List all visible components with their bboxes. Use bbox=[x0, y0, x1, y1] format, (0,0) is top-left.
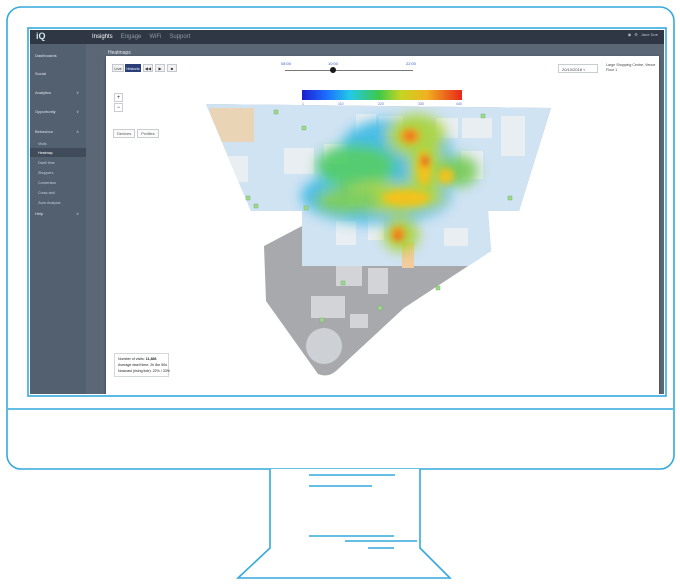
chevron-down-icon: ∨ bbox=[76, 90, 79, 95]
bell-icon[interactable]: ◉ bbox=[628, 33, 632, 37]
gear-icon[interactable]: ⚙ bbox=[634, 33, 638, 37]
scale-tick: 220 bbox=[378, 102, 384, 106]
timeline-end: 22:00 bbox=[406, 61, 417, 66]
sidebar-sub-zone-analysis[interactable]: Zone Analysis bbox=[38, 200, 80, 206]
venue-select[interactable]: Large Shopping Centre, Venue Floor 1 bbox=[606, 63, 656, 83]
sidebar-item-help[interactable]: Help ∨ bbox=[35, 210, 81, 217]
zoom-in-button[interactable]: + bbox=[114, 93, 123, 102]
sidebar: Dashboards Social Analytics ∨ Opportunity… bbox=[30, 44, 86, 394]
stats-box: Number of visits: 11,836 Average dwell t… bbox=[114, 353, 170, 377]
sidebar-item-dashboards[interactable]: Dashboards bbox=[35, 52, 81, 59]
sidebar-sub-shoppers[interactable]: Shoppers bbox=[38, 170, 80, 176]
app-logo: iQ bbox=[36, 31, 46, 41]
main-content: Heatmaps Live Historic ◀◀ ▶ ■ + − Device… bbox=[86, 44, 664, 394]
screen: iQ Insights Engage WiFi Support ◉ ⚙ Jane… bbox=[30, 30, 664, 394]
date-select[interactable]: 20/10/2018 ˅ bbox=[558, 64, 598, 73]
profiles-button[interactable]: Profiles bbox=[137, 129, 159, 138]
scale-tick: 440 bbox=[456, 102, 462, 106]
play-icon[interactable]: ▶ bbox=[155, 64, 165, 72]
historic-button[interactable]: Historic bbox=[125, 64, 141, 72]
scale-tick: 110 bbox=[338, 102, 344, 106]
venue-floor: Floor 1 bbox=[606, 68, 618, 72]
heat-scale-bar bbox=[302, 90, 462, 100]
chevron-up-icon: ∧ bbox=[76, 129, 79, 134]
timeline-track[interactable] bbox=[285, 70, 413, 71]
timeline-current: 10:00 bbox=[328, 61, 339, 66]
nav-engage[interactable]: Engage bbox=[121, 30, 142, 44]
chevron-down-icon: ∨ bbox=[76, 109, 79, 114]
live-button[interactable]: Live bbox=[112, 64, 124, 72]
chevron-down-icon: ∨ bbox=[76, 211, 79, 216]
mode-toggle: Devices Profiles bbox=[113, 129, 159, 138]
nav-wifi[interactable]: WiFi bbox=[149, 30, 161, 44]
scale-tick: 330 bbox=[418, 102, 424, 106]
timeline-start: 08:00 bbox=[281, 61, 292, 66]
stat-nowcast: Nowcast (rising tide): 22% / 33% bbox=[118, 369, 170, 373]
top-bar: iQ Insights Engage WiFi Support ◉ ⚙ Jane… bbox=[30, 30, 664, 44]
stop-icon[interactable]: ■ bbox=[167, 64, 177, 72]
sidebar-sub-visits[interactable]: Visits bbox=[38, 141, 80, 147]
sidebar-item-social[interactable]: Social bbox=[35, 70, 81, 77]
sidebar-sub-conversion[interactable]: Conversion bbox=[38, 180, 80, 186]
sidebar-sub-dwell-time[interactable]: Dwell time bbox=[38, 160, 80, 166]
rewind-icon[interactable]: ◀◀ bbox=[143, 64, 153, 72]
nav-insights[interactable]: Insights bbox=[92, 30, 113, 44]
main-nav: Insights Engage WiFi Support bbox=[92, 30, 190, 44]
user-name[interactable]: Jane Doe bbox=[641, 33, 658, 37]
chevron-down-icon: ˅ bbox=[583, 67, 586, 72]
timeline-handle[interactable] bbox=[330, 67, 336, 73]
devices-button[interactable]: Devices bbox=[113, 129, 136, 138]
nav-support[interactable]: Support bbox=[169, 30, 190, 44]
sidebar-item-analytics[interactable]: Analytics ∨ bbox=[35, 89, 81, 96]
sidebar-item-opportunity[interactable]: Opportunity ∨ bbox=[35, 108, 81, 115]
top-right-tools: ◉ ⚙ Jane Doe bbox=[628, 33, 658, 37]
sidebar-item-behaviour[interactable]: Behaviour ∧ bbox=[35, 128, 81, 135]
zoom-out-button[interactable]: − bbox=[114, 103, 123, 112]
scale-tick: 1 bbox=[302, 102, 304, 106]
floor-map[interactable] bbox=[106, 56, 659, 394]
sidebar-sub-heatmap[interactable]: Heatmap bbox=[38, 150, 80, 156]
heatmap-panel: Live Historic ◀◀ ▶ ■ + − Devices Profile… bbox=[106, 56, 659, 394]
sidebar-sub-cross-visit[interactable]: Cross-visit bbox=[38, 190, 80, 196]
